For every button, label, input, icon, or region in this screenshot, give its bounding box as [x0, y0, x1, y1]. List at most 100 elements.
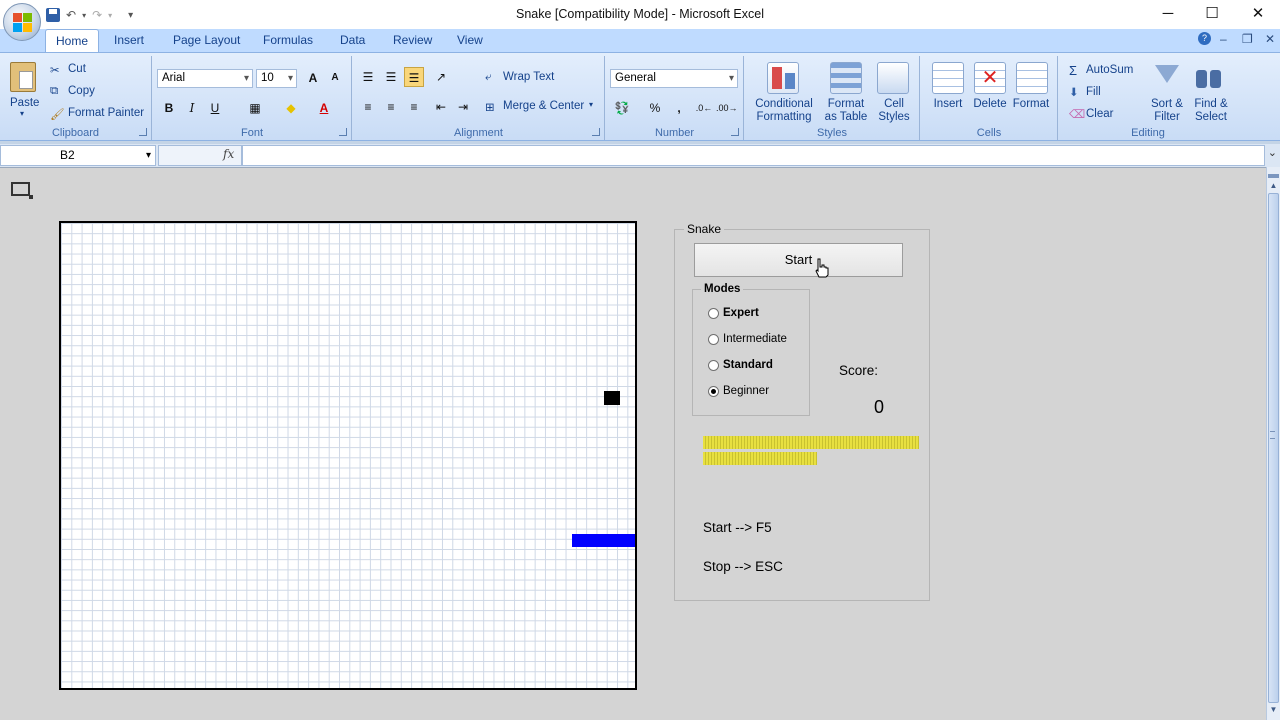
align-middle-icon[interactable]: ☰ — [381, 67, 401, 87]
conditional-formatting-label-1[interactable]: Conditional — [753, 98, 815, 110]
tab-home[interactable]: Home — [45, 29, 100, 52]
find-select-label-1[interactable]: Find & — [1189, 98, 1233, 110]
minimize-button[interactable]: ─ — [1145, 0, 1191, 28]
undo-icon[interactable]: ↶ — [66, 8, 76, 22]
number-format-select[interactable]: General — [610, 69, 738, 88]
mode-beginner-radio[interactable] — [708, 385, 719, 397]
redo-icon[interactable]: ↷ — [92, 8, 102, 22]
ribbon-restore-icon[interactable]: ❐ — [1242, 32, 1253, 46]
tab-page-layout[interactable]: Page Layout — [163, 29, 250, 52]
split-box[interactable] — [1268, 174, 1279, 178]
paste-dropdown-icon[interactable]: ▾ — [20, 109, 24, 118]
decrease-decimal-icon[interactable]: .00→ — [716, 98, 738, 118]
wrap-text-button[interactable]: Wrap Text — [503, 71, 554, 83]
delete-button[interactable]: Delete — [970, 98, 1010, 110]
modes-group: Modes Expert Intermediate Standard Begin… — [692, 283, 810, 416]
font-launcher-icon[interactable] — [339, 128, 347, 136]
merge-center-button[interactable]: Merge & Center — [503, 100, 584, 112]
percent-button[interactable]: % — [645, 98, 665, 118]
office-button[interactable] — [3, 3, 41, 41]
copy-button[interactable]: Copy — [68, 85, 95, 97]
format-painter-button[interactable]: Format Painter — [68, 107, 144, 119]
grow-font-button[interactable]: A — [303, 68, 323, 88]
sort-filter-label-1[interactable]: Sort & — [1145, 98, 1189, 110]
ribbon-minimize-icon[interactable]: – — [1220, 32, 1227, 46]
increase-indent-icon[interactable]: ⇥ — [453, 97, 473, 117]
sort-filter-label-2[interactable]: Filter — [1145, 111, 1189, 123]
increase-decimal-icon[interactable]: .0← — [694, 98, 714, 118]
scroll-thumb[interactable] — [1268, 193, 1279, 703]
format-painter-icon: 🖌 — [50, 109, 65, 121]
align-left-icon[interactable]: ≡ — [358, 97, 378, 117]
formula-input[interactable] — [242, 145, 1265, 166]
name-box[interactable]: B2 — [0, 145, 156, 166]
font-color-icon[interactable]: A — [314, 98, 334, 118]
save-icon[interactable] — [46, 8, 60, 22]
conditional-formatting-label-2[interactable]: Formatting — [753, 111, 815, 123]
paste-icon[interactable] — [10, 62, 36, 92]
customize-qat-icon[interactable]: ▾ — [128, 10, 133, 21]
cell-styles-label-2[interactable]: Styles — [873, 111, 915, 123]
comma-button[interactable]: , — [669, 98, 689, 118]
clipboard-launcher-icon[interactable] — [139, 128, 147, 136]
autosum-button[interactable]: AutoSum — [1086, 64, 1133, 76]
format-button[interactable]: Format — [1011, 98, 1051, 110]
maximize-button[interactable]: ☐ — [1189, 0, 1235, 28]
italic-button[interactable]: I — [182, 98, 202, 118]
help-icon[interactable]: ? — [1198, 32, 1211, 45]
delete-cells-icon: ✕ — [974, 62, 1006, 94]
mode-intermediate[interactable]: Intermediate — [708, 331, 787, 347]
decrease-indent-icon[interactable]: ⇤ — [431, 97, 451, 117]
shrink-font-button[interactable]: A — [325, 68, 345, 88]
vertical-scrollbar[interactable]: ▲ ▼ — [1266, 167, 1280, 720]
start-button[interactable]: Start — [694, 243, 903, 277]
cell-styles-label-1[interactable]: Cell — [873, 98, 915, 110]
bold-button[interactable]: B — [159, 98, 179, 118]
format-as-table-label-1[interactable]: Format — [821, 98, 871, 110]
tab-data[interactable]: Data — [330, 29, 375, 52]
worksheet[interactable]: Snake Start Modes Expert Intermediate St… — [0, 167, 1266, 720]
mode-intermediate-radio[interactable] — [708, 333, 719, 345]
score-label: Score: — [839, 363, 879, 378]
ribbon-close-icon[interactable]: ✕ — [1265, 32, 1275, 46]
underline-button[interactable]: U — [205, 98, 225, 118]
align-bottom-icon[interactable]: ☰ — [404, 67, 424, 87]
expand-formula-bar-icon[interactable]: ⌄ — [1268, 146, 1277, 159]
insert-button[interactable]: Insert — [929, 98, 967, 110]
align-right-icon[interactable]: ≡ — [404, 97, 424, 117]
tab-review[interactable]: Review — [383, 29, 442, 52]
merge-dropdown-icon[interactable]: ▾ — [589, 100, 593, 109]
number-launcher-icon[interactable] — [731, 128, 739, 136]
tab-formulas[interactable]: Formulas — [253, 29, 323, 52]
format-as-table-label-2[interactable]: as Table — [821, 111, 871, 123]
scroll-down-icon[interactable]: ▼ — [1267, 703, 1280, 717]
fill-button[interactable]: Fill — [1086, 86, 1101, 98]
mode-standard-radio[interactable] — [708, 359, 719, 371]
mode-standard[interactable]: Standard — [708, 357, 773, 373]
font-name-select[interactable]: Arial — [157, 69, 253, 88]
clear-button[interactable]: Clear — [1086, 108, 1113, 120]
mode-expert-radio[interactable] — [708, 307, 719, 319]
alignment-launcher-icon[interactable] — [592, 128, 600, 136]
mode-expert[interactable]: Expert — [708, 305, 759, 321]
select-all-icon[interactable] — [11, 182, 33, 199]
paste-button[interactable]: Paste — [10, 97, 39, 109]
scroll-up-icon[interactable]: ▲ — [1267, 179, 1280, 193]
tab-view[interactable]: View — [447, 29, 493, 52]
panel-title: Snake — [684, 222, 725, 236]
tab-insert[interactable]: Insert — [104, 29, 154, 52]
undo-dropdown-icon[interactable]: ▾ — [82, 11, 86, 20]
align-top-icon[interactable]: ☰ — [358, 67, 378, 87]
align-center-icon[interactable]: ≡ — [381, 97, 401, 117]
currency-icon[interactable]: 💱 — [612, 98, 632, 118]
fill-color-icon[interactable]: ◆ — [281, 98, 301, 118]
mode-beginner[interactable]: Beginner — [708, 383, 769, 399]
close-button[interactable]: ✕ — [1235, 0, 1280, 28]
borders-icon[interactable]: ▦ — [245, 98, 265, 118]
insert-function-icon[interactable]: fx — [223, 147, 234, 161]
find-select-label-2[interactable]: Select — [1189, 111, 1233, 123]
font-size-select[interactable]: 10 — [256, 69, 297, 88]
orientation-icon[interactable]: ↗ — [431, 67, 451, 87]
redo-dropdown-icon[interactable]: ▾ — [108, 11, 112, 20]
cut-button[interactable]: Cut — [68, 63, 86, 75]
